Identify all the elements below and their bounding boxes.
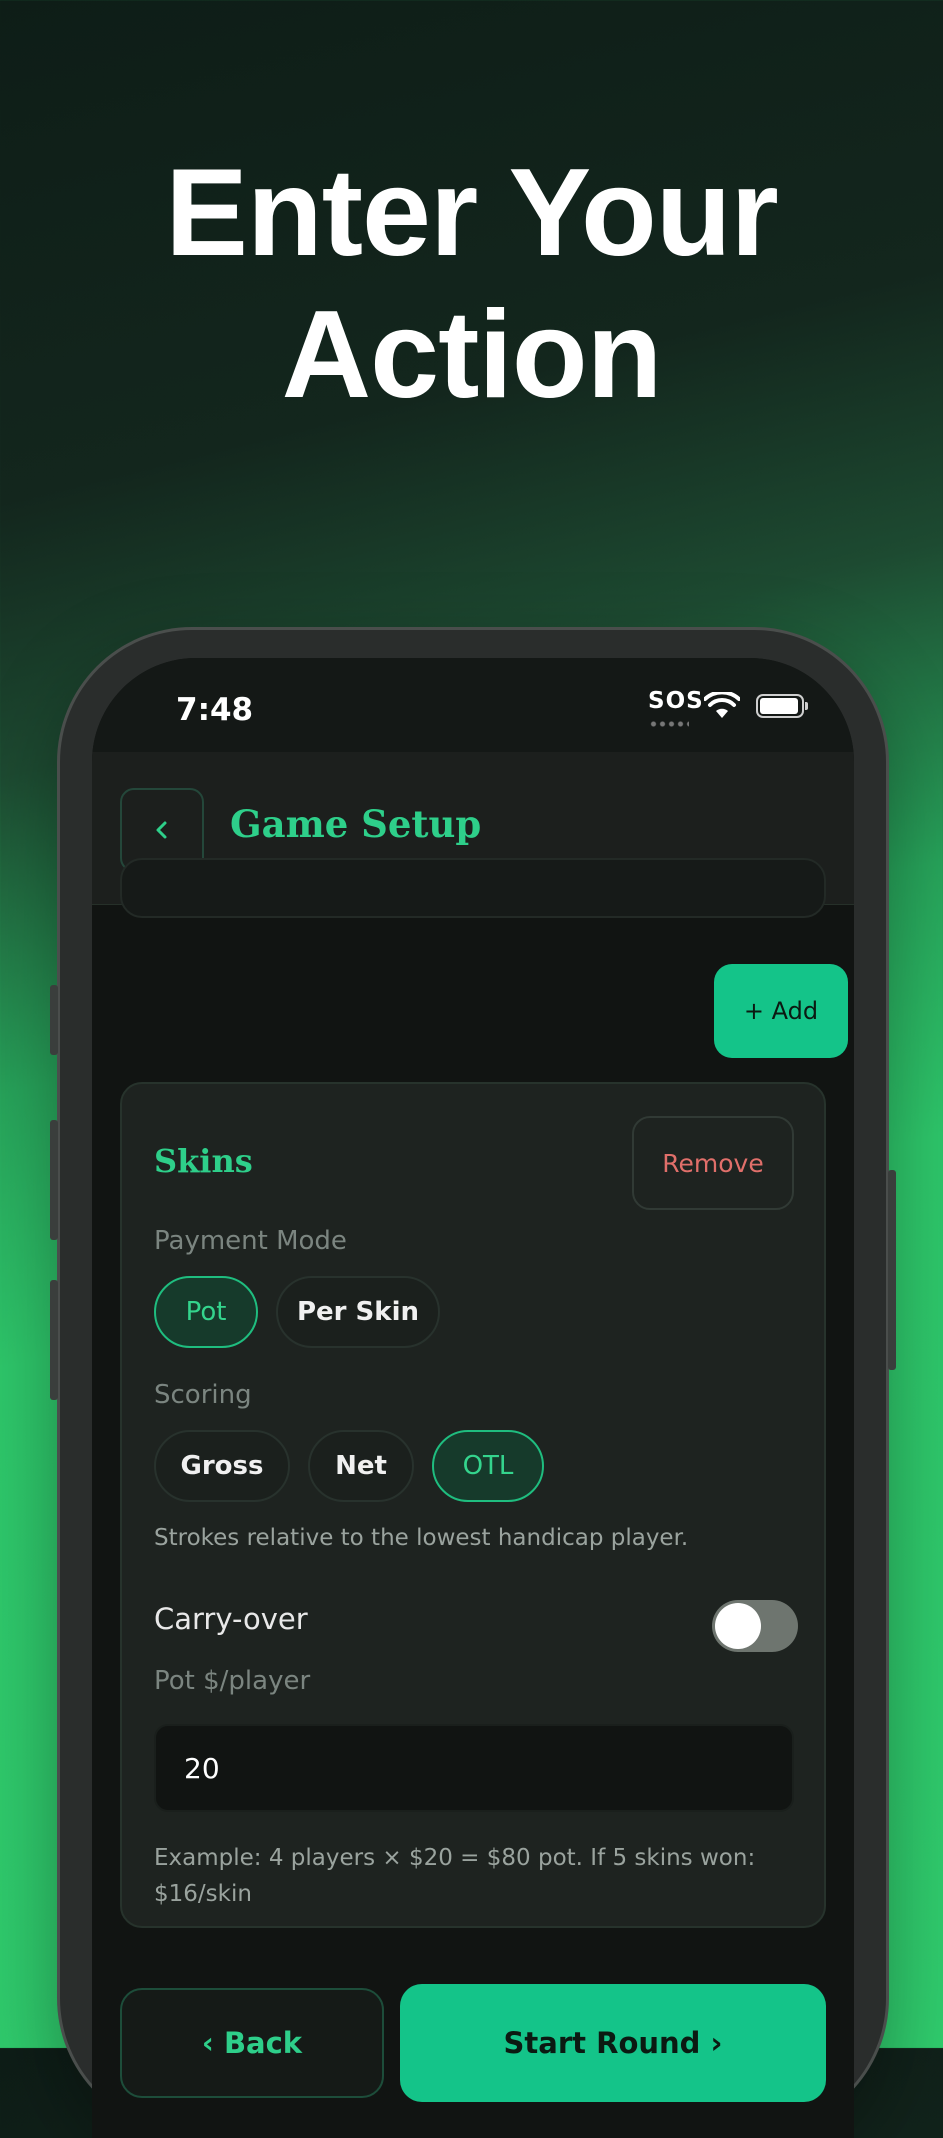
hero-title-line-1: Enter Your — [165, 144, 778, 282]
scoring-gross-chip[interactable]: Gross — [154, 1430, 290, 1502]
page-title: Game Setup — [230, 802, 482, 846]
phone-volume-up — [50, 1120, 58, 1240]
toggle-knob — [715, 1603, 761, 1649]
hero-title-line-2: Action — [281, 286, 663, 424]
skins-game-card: Skins Remove Payment Mode Pot Per Skin S… — [120, 1082, 826, 1928]
payment-mode-label: Payment Mode — [154, 1226, 347, 1256]
scoring-hint: Strokes relative to the lowest handicap … — [154, 1525, 689, 1551]
carry-over-label: Carry-over — [154, 1602, 308, 1636]
status-time: 7:48 — [176, 692, 254, 728]
scoring-label: Scoring — [154, 1380, 252, 1410]
carry-over-toggle[interactable] — [712, 1600, 798, 1652]
pot-per-player-label: Pot $/player — [154, 1666, 311, 1696]
game-card-title: Skins — [154, 1142, 253, 1180]
status-bar: 7:48 SOS — [92, 658, 854, 752]
phone-mute-switch — [50, 985, 58, 1055]
remove-game-button[interactable]: Remove — [632, 1116, 794, 1210]
payment-mode-per-skin-chip[interactable]: Per Skin — [276, 1276, 440, 1348]
payment-mode-pot-chip[interactable]: Pot — [154, 1276, 258, 1348]
back-button[interactable]: ‹ Back — [120, 1988, 384, 2098]
scoring-net-chip[interactable]: Net — [308, 1430, 414, 1502]
sos-indicator: SOS — [648, 688, 704, 714]
add-game-button[interactable]: + Add — [714, 964, 848, 1058]
scoring-otl-chip[interactable]: OTL — [432, 1430, 544, 1502]
pot-example-text: Example: 4 players × $20 = $80 pot. If 5… — [154, 1845, 756, 1907]
app-screen: 7:48 SOS Game Setup + Add Skins Remove P… — [92, 658, 854, 2138]
wifi-icon — [704, 692, 740, 718]
pot-per-player-input[interactable]: 20 — [154, 1724, 794, 1812]
phone-volume-down — [50, 1280, 58, 1400]
previous-game-card — [120, 858, 826, 918]
hero-title: Enter Your Action — [0, 142, 943, 426]
chevron-left-icon — [156, 821, 167, 839]
signal-dots-icon — [649, 721, 689, 727]
phone-frame: 7:48 SOS Game Setup + Add Skins Remove P… — [50, 630, 896, 2138]
start-round-button[interactable]: Start Round › — [400, 1984, 826, 2102]
phone-power-button — [888, 1170, 896, 1370]
battery-icon — [756, 694, 808, 718]
